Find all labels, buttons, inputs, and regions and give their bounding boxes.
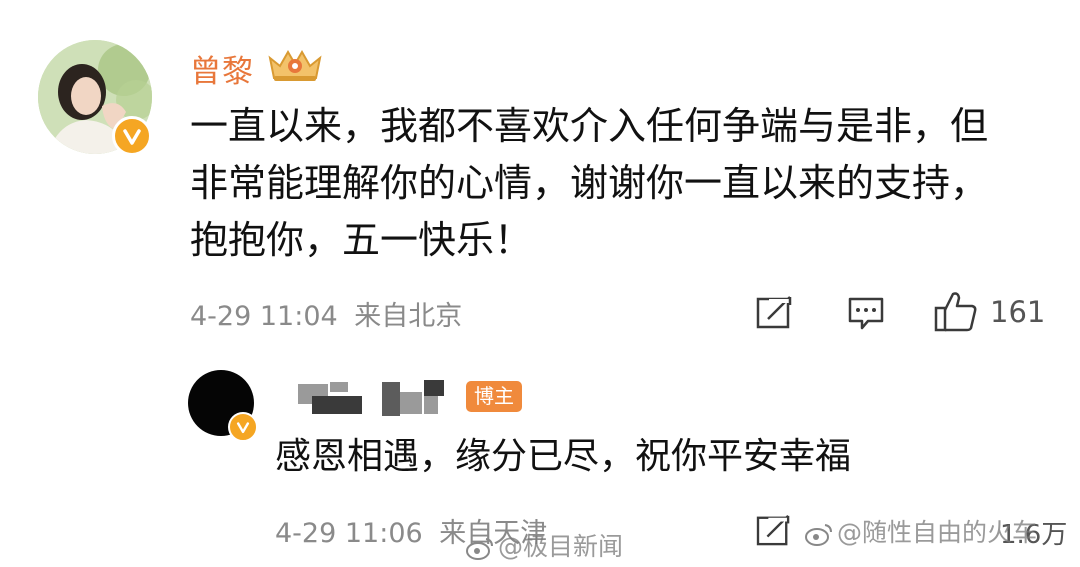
crown-badge-icon[interactable] <box>266 44 324 84</box>
timestamp: 4-29 11:06 <box>275 518 423 549</box>
watermark-text: @随性自由的火车 <box>837 518 1038 547</box>
repost-icon[interactable] <box>756 514 792 546</box>
watermark-left: @极目新闻 <box>466 527 623 563</box>
repost-icon[interactable] <box>756 295 794 329</box>
timestamp: 4-29 11:04 <box>190 301 338 332</box>
verified-badge-icon <box>112 116 152 156</box>
comment-line: 非常能理解你的心情，谢谢你一直以来的支持， <box>190 161 989 205</box>
verified-badge-icon <box>228 412 258 442</box>
username[interactable]: 曾黎 <box>190 46 254 91</box>
weibo-logo-icon <box>466 538 493 560</box>
like-count: 161 <box>990 295 1046 329</box>
location: 来自北京 <box>354 301 463 332</box>
weibo-comment-thread: 曾黎 一直以来，我都不喜欢介入任何争端与是非，但 非常能理解你的心情，谢谢你一直… <box>0 0 1080 567</box>
weibo-logo-icon <box>805 524 832 546</box>
author-tag: 博主 <box>466 381 522 412</box>
watermark-text: @极目新闻 <box>498 532 624 561</box>
comment-text: 一直以来，我都不喜欢介入任何争端与是非，但 非常能理解你的心情，谢谢你一直以来的… <box>190 98 1050 269</box>
comment-meta: 4-29 11:04 来自北京 <box>190 294 462 333</box>
comment-line: 抱抱你，五一快乐！ <box>190 218 533 262</box>
like-icon[interactable] <box>934 290 978 332</box>
reply-text: 感恩相遇，缘分已尽，祝你平安幸福 <box>275 436 852 477</box>
watermark-right: @随性自由的火车 <box>805 513 1037 549</box>
comment-line: 一直以来，我都不喜欢介入任何争端与是非，但 <box>190 104 989 148</box>
comment-icon[interactable] <box>848 297 884 331</box>
